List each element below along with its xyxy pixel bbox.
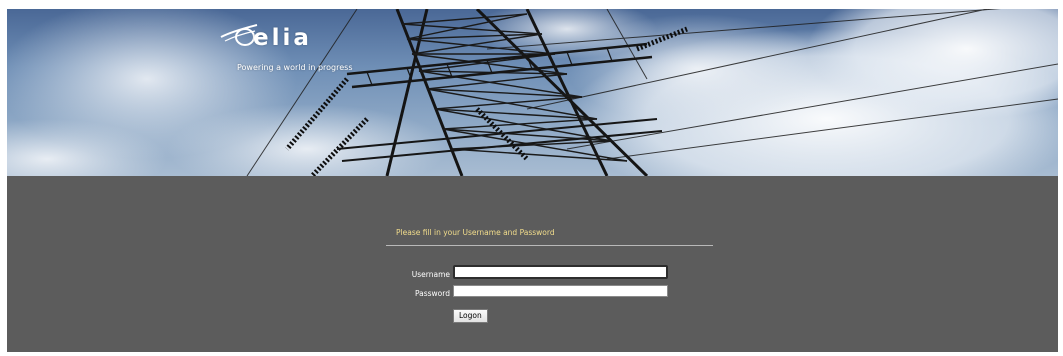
logon-button[interactable]: Logon (453, 309, 488, 323)
elia-logo: elia Powering a world in progress (219, 21, 359, 81)
divider (386, 245, 713, 246)
logo-wordmark: elia (253, 25, 312, 51)
username-label: Username (411, 270, 450, 279)
login-instruction: Please fill in your Username and Passwor… (396, 228, 555, 237)
header-banner: elia Powering a world in progress (7, 9, 1058, 176)
logo-tagline: Powering a world in progress (237, 63, 353, 72)
pylon-sky-image (7, 9, 1058, 176)
login-area: Please fill in your Username and Passwor… (7, 176, 1058, 352)
username-input[interactable] (453, 265, 668, 279)
password-label: Password (414, 289, 450, 298)
password-input[interactable] (453, 285, 668, 297)
page-frame: elia Powering a world in progress Please… (7, 9, 1058, 352)
